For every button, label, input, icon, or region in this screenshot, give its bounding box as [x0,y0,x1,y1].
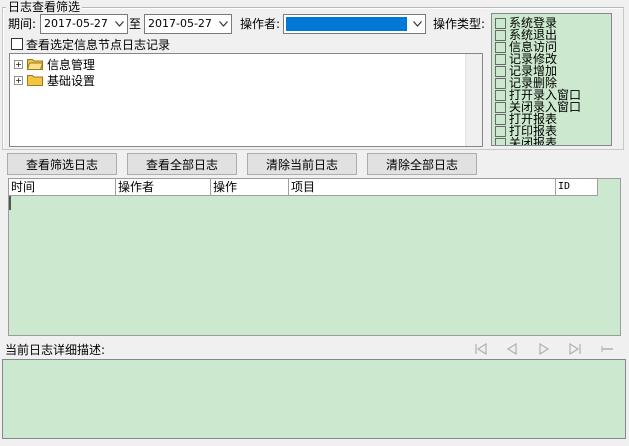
tree-node-basic-settings[interactable]: + 基础设置 [14,72,95,88]
chevron-down-icon[interactable] [215,15,231,33]
operator-value [286,17,407,31]
column-header-item[interactable]: 项目 [289,179,556,196]
checkbox-box[interactable] [495,113,506,125]
expand-plus-icon[interactable]: + [14,59,23,69]
info-node-tree[interactable]: + 信息管理 + 基础设置 [9,53,483,147]
to-label: 至 [129,17,142,31]
op-type-checklist[interactable]: 系统登录 系统退出 信息访问 记录修改 记录增加 记录删除 打开录入窗口 关闭录… [491,13,612,146]
op-type-label: 操作类型: [433,17,486,31]
op-type-label: 关闭报表 [509,136,558,146]
op-type-item[interactable]: 关闭报表 [495,136,558,146]
checkbox-box[interactable] [495,77,506,89]
clear-all-log-button[interactable]: 清除全部日志 [367,153,477,175]
column-header-time[interactable]: 时间 [9,179,116,196]
last-record-icon[interactable] [568,342,582,356]
column-header-id[interactable]: ID [556,179,598,196]
prev-record-icon[interactable] [505,342,519,356]
view-all-log-button[interactable]: 查看全部日志 [127,153,237,175]
date-from-value: 2017-05-27 [44,17,108,30]
tree-node-info-management[interactable]: + 信息管理 [14,56,95,72]
current-row-indicator [9,196,11,210]
grid-header: 时间 操作者 操作 项目 ID [9,179,620,196]
operator-select[interactable] [283,14,426,34]
checkbox-box[interactable] [495,89,506,101]
date-from-picker[interactable]: 2017-05-27 [40,14,128,34]
tree-node-label: 基础设置 [47,73,96,88]
checkbox-box[interactable] [495,101,506,113]
chevron-down-icon[interactable] [409,15,425,33]
checkbox-box[interactable] [495,17,506,29]
folder-icon [27,75,43,86]
column-header-operator[interactable]: 操作者 [116,179,211,196]
node-filter-checkbox[interactable]: 查看选定信息节点日志记录 [11,36,170,52]
checkbox-box[interactable] [495,29,506,41]
log-grid[interactable]: 时间 操作者 操作 项目 ID [8,178,621,336]
tree-scrollbar[interactable] [465,54,482,146]
tree-node-label: 信息管理 [47,57,96,72]
filter-group-title: 日志查看筛选 [6,0,83,14]
operator-label: 操作者: [240,17,281,31]
folder-icon [27,59,43,70]
clear-current-log-button[interactable]: 清除当前日志 [247,153,357,175]
date-to-picker[interactable]: 2017-05-27 [144,14,232,34]
checkbox-box[interactable] [495,125,506,137]
view-filtered-log-button[interactable]: 查看筛选日志 [7,153,117,175]
detail-label: 当前日志详细描述: [5,343,106,357]
chevron-down-icon[interactable] [111,15,127,33]
node-filter-label: 查看选定信息节点日志记录 [26,37,171,52]
detail-textarea[interactable] [2,359,626,439]
date-to-value: 2017-05-27 [148,17,212,30]
checkbox-box[interactable] [495,65,506,77]
expand-plus-icon[interactable]: + [14,75,23,85]
column-header-operation[interactable]: 操作 [211,179,289,196]
checkbox-box[interactable] [495,41,506,53]
dash-icon[interactable] [600,343,614,355]
next-record-icon[interactable] [537,342,551,356]
checkbox-box[interactable] [11,38,23,50]
first-record-icon[interactable] [474,342,488,356]
checkbox-box[interactable] [495,53,506,65]
checkbox-box[interactable] [495,137,506,145]
period-label: 期间: [8,17,37,31]
